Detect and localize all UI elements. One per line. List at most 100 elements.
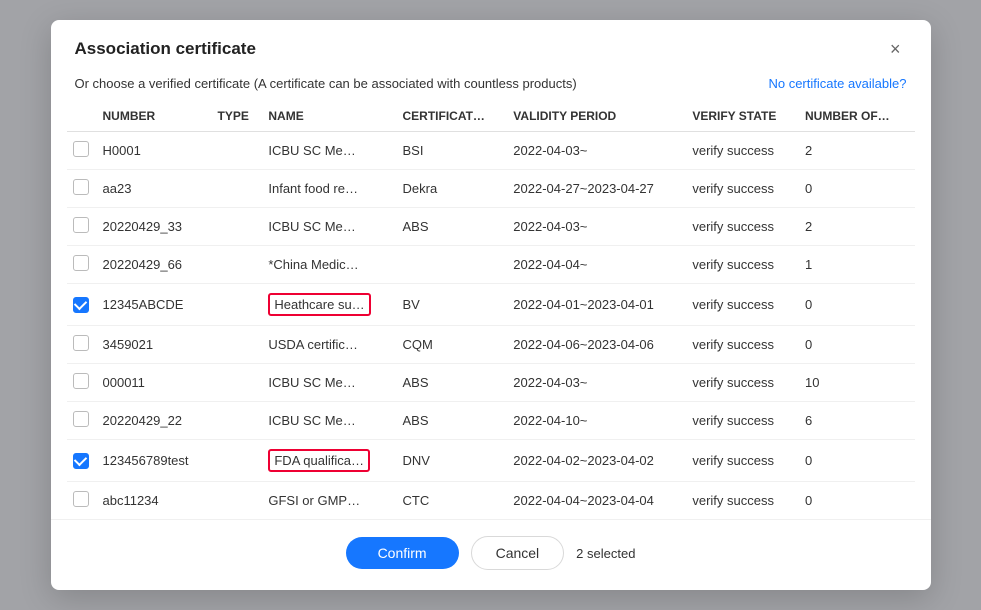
col-name: NAME [264, 101, 398, 132]
row-checkbox[interactable] [73, 335, 89, 351]
cell-certificat: ABS [399, 208, 510, 246]
row-checkbox[interactable] [73, 453, 89, 469]
cell-name: ICBU SC Me… [264, 402, 398, 440]
cell-certificat: BV [399, 284, 510, 326]
cell-validity: 2022-04-04~2023-04-04 [509, 482, 688, 520]
cell-name: FDA qualifica… [264, 440, 398, 482]
cell-name: GFSI or GMP… [264, 482, 398, 520]
cell-type [214, 402, 265, 440]
modal-subtitle: Or choose a verified certificate (A cert… [75, 76, 577, 91]
table-header-row: NUMBER TYPE NAME CERTIFICAT… VALIDITY PE… [67, 101, 915, 132]
row-checkbox[interactable] [73, 373, 89, 389]
cell-verify: verify success [688, 482, 801, 520]
cell-certificat: ABS [399, 402, 510, 440]
modal-header: Association certificate × [51, 20, 931, 72]
col-checkbox [67, 101, 99, 132]
table-row: 12345ABCDE Heathcare su…BV2022-04-01~2023… [67, 284, 915, 326]
cell-certificat: BSI [399, 132, 510, 170]
cell-name: ICBU SC Me… [264, 208, 398, 246]
row-checkbox[interactable] [73, 297, 89, 313]
table-row: 20220429_22ICBU SC Me…ABS2022-04-10~veri… [67, 402, 915, 440]
row-checkbox[interactable] [73, 141, 89, 157]
cell-number: 000011 [99, 364, 214, 402]
checkbox-cell[interactable] [67, 482, 99, 520]
table-row: H0001ICBU SC Me…BSI2022-04-03~verify suc… [67, 132, 915, 170]
cell-type [214, 482, 265, 520]
cell-number: H0001 [99, 132, 214, 170]
cell-validity: 2022-04-01~2023-04-01 [509, 284, 688, 326]
cell-type [214, 170, 265, 208]
checkbox-cell[interactable] [67, 364, 99, 402]
cell-certificat: ABS [399, 364, 510, 402]
cell-validity: 2022-04-03~ [509, 208, 688, 246]
cell-type [214, 326, 265, 364]
checkbox-cell[interactable] [67, 132, 99, 170]
modal-footer: Confirm Cancel 2 selected [51, 519, 931, 590]
cancel-button[interactable]: Cancel [471, 536, 565, 570]
table-row: 123456789testFDA qualifica…DNV2022-04-02… [67, 440, 915, 482]
table-row: 3459021USDA certific…CQM2022-04-06~2023-… [67, 326, 915, 364]
cell-number-of: 0 [801, 440, 915, 482]
cell-number-of: 2 [801, 208, 915, 246]
modal-dialog: Association certificate × Or choose a ve… [51, 20, 931, 590]
cell-certificat [399, 246, 510, 284]
col-verify: VERIFY STATE [688, 101, 801, 132]
cell-validity: 2022-04-04~ [509, 246, 688, 284]
table-row: abc11234GFSI or GMP…CTC2022-04-04~2023-0… [67, 482, 915, 520]
cell-name: ICBU SC Me… [264, 132, 398, 170]
certificates-table: NUMBER TYPE NAME CERTIFICAT… VALIDITY PE… [67, 101, 915, 519]
table-row: 000011ICBU SC Me…ABS2022-04-03~verify su… [67, 364, 915, 402]
cell-number: 12345ABCDE [99, 284, 214, 326]
cell-name: ICBU SC Me… [264, 364, 398, 402]
row-checkbox[interactable] [73, 179, 89, 195]
cell-validity: 2022-04-06~2023-04-06 [509, 326, 688, 364]
cell-type [214, 364, 265, 402]
cell-number: 3459021 [99, 326, 214, 364]
col-number-of: NUMBER OF… [801, 101, 915, 132]
table-row: 20220429_33ICBU SC Me…ABS2022-04-03~veri… [67, 208, 915, 246]
checkbox-cell[interactable] [67, 208, 99, 246]
cell-certificat: Dekra [399, 170, 510, 208]
row-checkbox[interactable] [73, 411, 89, 427]
col-type: TYPE [214, 101, 265, 132]
cell-verify: verify success [688, 326, 801, 364]
cell-name: Heathcare su… [264, 284, 398, 326]
modal-title: Association certificate [75, 39, 256, 59]
table-row: aa23Infant food re…Dekra2022-04-27~2023-… [67, 170, 915, 208]
checkbox-cell[interactable] [67, 284, 99, 326]
cell-name: Infant food re… [264, 170, 398, 208]
cell-verify: verify success [688, 440, 801, 482]
cell-number-of: 0 [801, 170, 915, 208]
no-certificate-link[interactable]: No certificate available? [768, 76, 906, 91]
checkbox-cell[interactable] [67, 246, 99, 284]
checkbox-cell[interactable] [67, 402, 99, 440]
cell-validity: 2022-04-03~ [509, 132, 688, 170]
cell-number: 123456789test [99, 440, 214, 482]
cell-name: *China Medic… [264, 246, 398, 284]
col-number: NUMBER [99, 101, 214, 132]
row-checkbox[interactable] [73, 217, 89, 233]
cell-number-of: 0 [801, 284, 915, 326]
confirm-button[interactable]: Confirm [346, 537, 459, 569]
row-checkbox[interactable] [73, 255, 89, 271]
modal-subtitle-row: Or choose a verified certificate (A cert… [51, 72, 931, 101]
cell-number-of: 0 [801, 482, 915, 520]
table-row: 20220429_66*China Medic…2022-04-04~verif… [67, 246, 915, 284]
cell-type [214, 246, 265, 284]
cell-number-of: 2 [801, 132, 915, 170]
cell-number: 20220429_22 [99, 402, 214, 440]
cell-number-of: 0 [801, 326, 915, 364]
row-checkbox[interactable] [73, 491, 89, 507]
cell-verify: verify success [688, 170, 801, 208]
cell-certificat: CTC [399, 482, 510, 520]
cell-type [214, 284, 265, 326]
cell-certificat: CQM [399, 326, 510, 364]
checkbox-cell[interactable] [67, 440, 99, 482]
close-button[interactable]: × [884, 38, 907, 60]
checkbox-cell[interactable] [67, 170, 99, 208]
cell-validity: 2022-04-02~2023-04-02 [509, 440, 688, 482]
table-container: NUMBER TYPE NAME CERTIFICAT… VALIDITY PE… [51, 101, 931, 519]
checkbox-cell[interactable] [67, 326, 99, 364]
cell-verify: verify success [688, 402, 801, 440]
cell-type [214, 208, 265, 246]
